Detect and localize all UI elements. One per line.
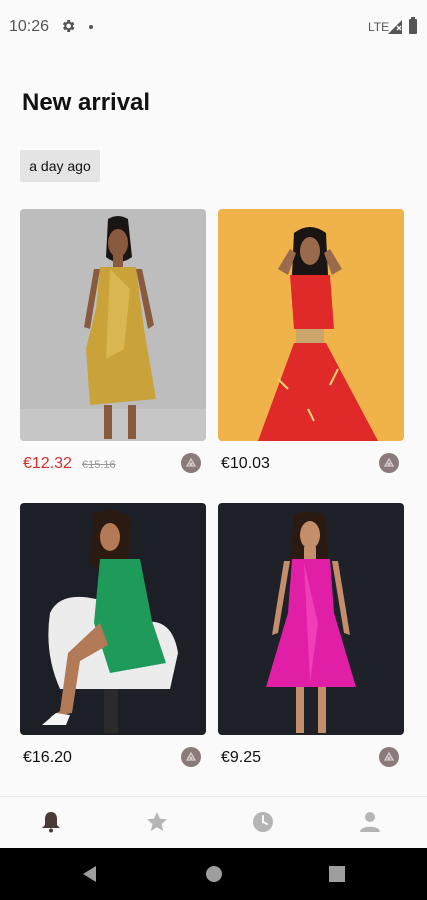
- page-title: New arrival: [22, 89, 151, 116]
- brand-badge-icon[interactable]: [379, 453, 399, 473]
- back-triangle-icon: [83, 866, 96, 882]
- battery-icon: [409, 17, 417, 34]
- nav-tab-notifications[interactable]: [21, 797, 81, 849]
- brand-badge-icon[interactable]: [379, 747, 399, 767]
- system-navigation-bar: [0, 848, 427, 900]
- system-recents-button[interactable]: [325, 862, 349, 886]
- product-image[interactable]: [218, 209, 404, 441]
- recents-square-icon: [329, 866, 345, 882]
- price-row: €16.20: [20, 745, 206, 773]
- network-label: LTE: [368, 20, 390, 34]
- star-icon: [147, 812, 167, 831]
- signal-icon: [388, 20, 402, 34]
- status-bar: 10:26 LTE: [0, 0, 427, 56]
- brand-badge-icon[interactable]: [181, 747, 201, 767]
- nav-tab-profile[interactable]: [340, 797, 400, 849]
- product-photo-gold-dress: [20, 209, 206, 441]
- clock-icon: [253, 812, 273, 832]
- brand-badge-icon[interactable]: [181, 453, 201, 473]
- product-image[interactable]: [20, 209, 206, 441]
- product-photo-green-dress: [20, 503, 206, 735]
- notification-dot-icon: [89, 25, 93, 29]
- product-image[interactable]: [218, 503, 404, 735]
- price-row: €12.32 €15.16: [20, 451, 206, 479]
- product-old-price: €15.16: [82, 459, 116, 471]
- product-image[interactable]: [20, 503, 206, 735]
- product-price: €10.03: [221, 455, 270, 472]
- person-icon: [360, 812, 380, 832]
- main-content[interactable]: New arrival a day ago €12.32 €15.16 €10.…: [0, 56, 427, 796]
- system-home-button[interactable]: [202, 862, 226, 886]
- product-price: €9.25: [221, 749, 262, 766]
- bottom-navigation: [0, 796, 427, 848]
- home-circle-icon: [206, 866, 222, 882]
- date-section-chip: a day ago: [20, 150, 100, 182]
- product-photo-red-dress: [218, 209, 404, 441]
- settings-gear-icon: [62, 20, 75, 32]
- nav-tab-favorites[interactable]: [127, 797, 187, 849]
- system-back-button[interactable]: [78, 862, 102, 886]
- price-row: €9.25: [218, 745, 404, 773]
- product-price: €16.20: [23, 749, 72, 766]
- nav-tab-history[interactable]: [233, 797, 293, 849]
- product-photo-pink-dress: [218, 503, 404, 735]
- bell-icon: [42, 812, 60, 833]
- price-row: €10.03: [218, 451, 404, 479]
- product-price: €12.32: [23, 455, 72, 472]
- status-time: 10:26: [9, 18, 50, 35]
